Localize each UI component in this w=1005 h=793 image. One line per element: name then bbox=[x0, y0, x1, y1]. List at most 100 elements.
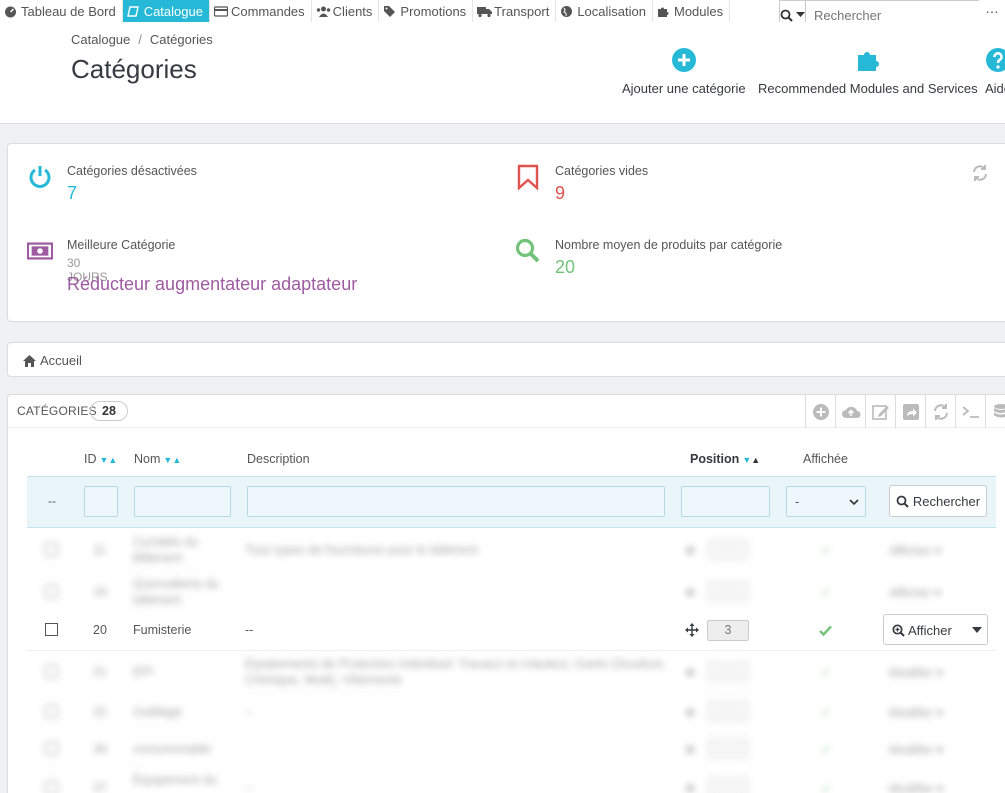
table-header: ID ▼▲ Nom ▼▲ Description Position ▼▲ Affich… bbox=[8, 445, 1005, 475]
help-label: Aide bbox=[985, 81, 1005, 96]
column-id[interactable]: ID ▼▲ bbox=[84, 452, 117, 466]
recommended-modules-label: Recommended Modules and Services bbox=[758, 81, 978, 96]
dashboard-icon bbox=[4, 5, 17, 18]
nav-item-dashboard[interactable]: Tableau de Bord bbox=[0, 0, 123, 22]
database-button[interactable] bbox=[985, 395, 1005, 428]
breadcrumb-item[interactable]: Catégories bbox=[150, 32, 213, 47]
filter-select-value: - bbox=[795, 494, 800, 509]
table-row[interactable]: 11 Cyclable du Bâtiment Tous types de fo… bbox=[27, 529, 996, 571]
table-row[interactable]: 19 Quincaillerie du bâtiment ✥ ✔ Affiche… bbox=[27, 571, 996, 613]
nav-item-orders[interactable]: Commandes bbox=[210, 0, 312, 22]
filter-name-input[interactable] bbox=[134, 486, 231, 517]
breadcrumb-separator: / bbox=[138, 32, 142, 47]
users-icon bbox=[316, 5, 330, 18]
sql-query-button[interactable] bbox=[955, 395, 985, 428]
share-button[interactable] bbox=[895, 395, 925, 428]
puzzle-icon bbox=[857, 52, 879, 71]
add-new-button[interactable] bbox=[805, 395, 835, 428]
filter-row: -- - Rechercher bbox=[27, 476, 996, 528]
help-button[interactable]: Aide bbox=[985, 47, 1005, 96]
filter-position-input[interactable] bbox=[681, 486, 770, 517]
nav-item-label: Clients bbox=[332, 3, 373, 19]
kpi-label: Catégories vides bbox=[555, 164, 649, 178]
kpi-value: Réducteur augmentateur adaptateur bbox=[67, 274, 358, 294]
share-icon bbox=[902, 403, 919, 420]
page-title: Catégories bbox=[71, 54, 197, 84]
row-checkbox[interactable] bbox=[45, 665, 58, 678]
table-row[interactable]: 22 Outillage -- ✥ ✔ Modifier ▾ bbox=[27, 693, 996, 731]
check-icon[interactable] bbox=[819, 625, 832, 636]
view-button[interactable]: Afficher bbox=[883, 614, 988, 645]
add-category-label: Ajouter une catégorie bbox=[622, 81, 746, 96]
column-name[interactable]: Nom ▼▲ bbox=[134, 452, 181, 466]
export-button[interactable] bbox=[835, 395, 865, 428]
home-icon bbox=[23, 354, 36, 367]
nav-item-label: Tableau de Bord bbox=[21, 3, 116, 19]
kpi-panel: Catégories désactivées 7 Catégories vide… bbox=[7, 143, 1005, 322]
nav-item-label: Promotions bbox=[400, 3, 467, 19]
home-link[interactable]: Accueil bbox=[23, 353, 82, 368]
help-icon bbox=[986, 48, 1005, 72]
sort-icon[interactable]: ▼▲ bbox=[163, 455, 181, 465]
nav-item-catalogue[interactable]: Catalogue bbox=[122, 0, 210, 22]
more-icon[interactable]: … bbox=[985, 0, 999, 16]
refresh-icon bbox=[933, 403, 948, 420]
power-icon bbox=[29, 166, 51, 188]
list-title: Catégories bbox=[17, 404, 97, 418]
filter-description-input[interactable] bbox=[247, 486, 665, 517]
plus-circle-icon bbox=[671, 48, 696, 72]
row-checkbox[interactable] bbox=[45, 623, 58, 636]
nav-item-modules[interactable]: Modules bbox=[653, 0, 731, 22]
row-id: 20 bbox=[93, 623, 107, 637]
search-icon bbox=[780, 9, 793, 22]
recommended-modules-button[interactable]: Recommended Modules and Services bbox=[758, 47, 978, 96]
nav-item-customers[interactable]: Clients bbox=[312, 0, 380, 22]
sort-icon[interactable]: ▼▲ bbox=[742, 455, 760, 465]
refresh-list-button[interactable] bbox=[925, 395, 955, 428]
nav-item-label: Transport bbox=[494, 3, 550, 19]
table-row[interactable]: 20 Fumisterie -- 3 Afficher bbox=[27, 611, 996, 651]
edit-button[interactable] bbox=[865, 395, 895, 428]
breadcrumb-item[interactable]: Catalogue bbox=[71, 32, 130, 47]
row-position: 3 bbox=[707, 620, 749, 641]
caret-down-icon bbox=[796, 12, 805, 17]
column-position[interactable]: Position ▼▲ bbox=[690, 452, 760, 466]
caret-down-icon[interactable] bbox=[972, 627, 982, 634]
list-header: Catégories 28 bbox=[8, 395, 1005, 428]
kpi-value: 7 bbox=[67, 183, 78, 203]
row-name: Fumisterie bbox=[133, 623, 192, 637]
kpi-label: Catégories désactivées bbox=[67, 164, 197, 178]
kpi-value: 9 bbox=[555, 183, 566, 203]
filter-search-button[interactable]: Rechercher bbox=[889, 485, 987, 517]
puzzle-icon bbox=[657, 5, 670, 18]
nav-item-transport[interactable]: Transport bbox=[473, 0, 557, 22]
table-row[interactable]: 21 EPI Équipements de Protection Individ… bbox=[27, 651, 996, 693]
search-icon bbox=[515, 238, 540, 263]
row-checkbox[interactable] bbox=[45, 705, 58, 718]
filter-id-input[interactable] bbox=[84, 486, 118, 517]
table-row[interactable]: 36 consommable ✥ ✔ Modifier ▾ bbox=[27, 731, 996, 767]
add-category-button[interactable]: Ajouter une catégorie bbox=[622, 47, 746, 96]
kpi-label: Nombre moyen de produits par catégorie bbox=[555, 238, 783, 252]
category-breadcrumb-panel: Accueil bbox=[7, 342, 1005, 377]
edit-icon bbox=[871, 404, 889, 420]
table-row[interactable]: 37 Équipement du -- ✥ ✔ Modifier ▾ bbox=[27, 767, 996, 793]
cloud-upload-icon bbox=[841, 406, 860, 418]
row-checkbox[interactable] bbox=[45, 781, 58, 793]
filter-displayed-select[interactable]: - bbox=[786, 486, 866, 517]
nav-item-promotions[interactable]: Promotions bbox=[379, 0, 474, 22]
drag-handle-icon[interactable] bbox=[685, 623, 699, 637]
kpi-label: Meilleure Catégorie bbox=[67, 238, 176, 252]
nav-item-localisation[interactable]: Localisation bbox=[556, 0, 653, 22]
column-description: Description bbox=[247, 452, 310, 466]
truck-icon bbox=[477, 5, 493, 18]
money-icon bbox=[27, 242, 53, 260]
category-list-panel: Catégories 28 bbox=[7, 394, 1005, 793]
row-checkbox[interactable] bbox=[45, 742, 58, 755]
book-icon bbox=[126, 5, 140, 18]
sort-icon[interactable]: ▼▲ bbox=[100, 455, 118, 465]
row-checkbox[interactable] bbox=[45, 543, 58, 556]
refresh-icon[interactable] bbox=[971, 164, 989, 182]
row-checkbox[interactable] bbox=[45, 585, 58, 598]
database-icon bbox=[993, 403, 1005, 417]
